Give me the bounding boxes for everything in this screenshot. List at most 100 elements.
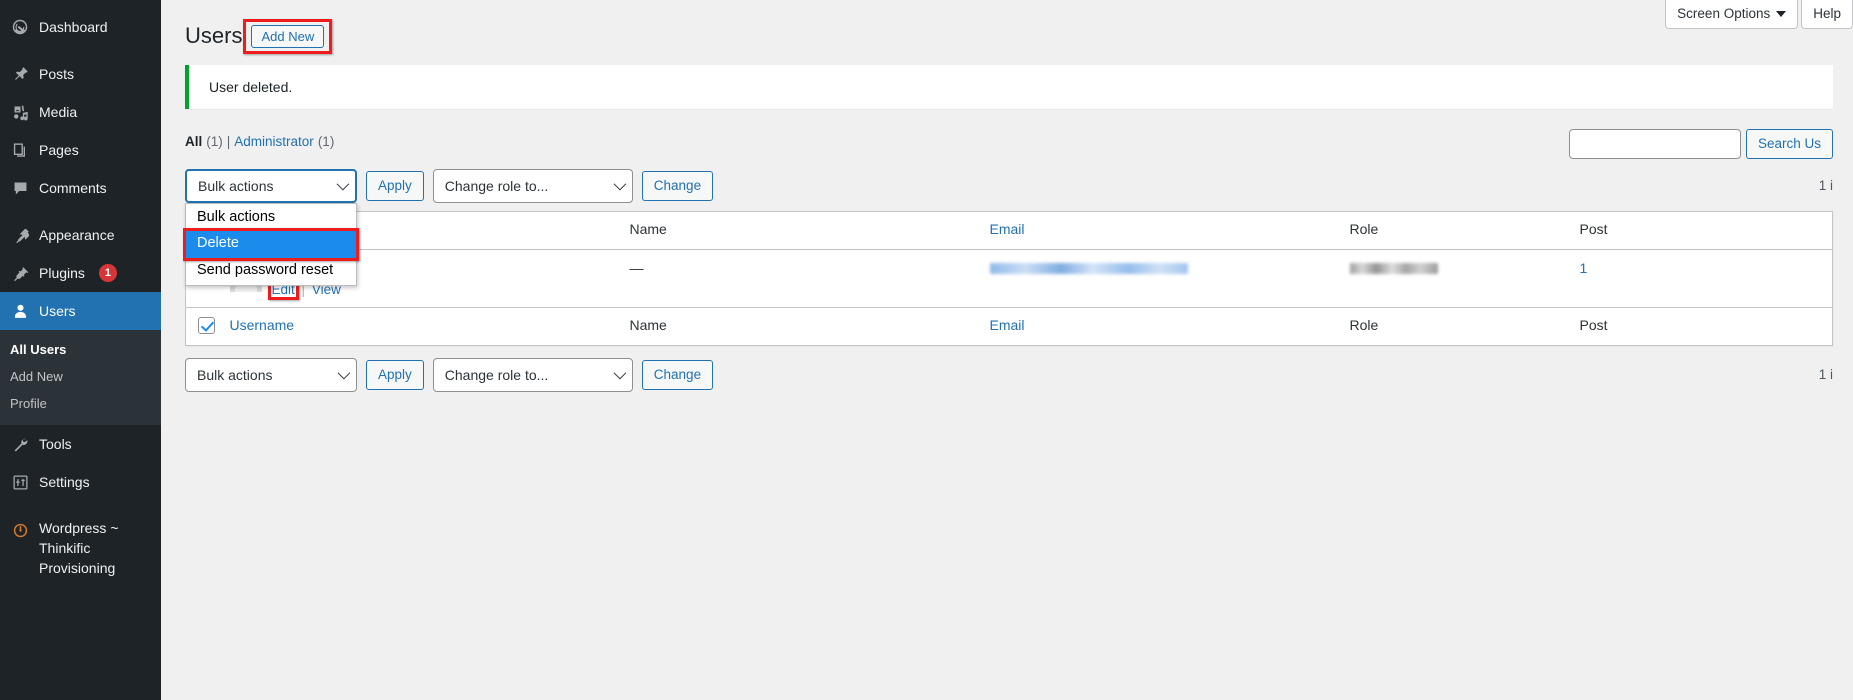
filter-count-administrator: (1): [317, 133, 335, 149]
sidebar-divider: [0, 46, 161, 55]
row-name-cell: —: [620, 249, 980, 307]
screen-options-label: Screen Options: [1677, 6, 1771, 21]
search-users-box: Search Us: [1568, 128, 1833, 159]
users-table: Username Name Email Role Post: [185, 210, 1833, 346]
change-role-selected-value: Change role to...: [444, 177, 549, 194]
plug-icon: [10, 263, 30, 283]
email-redacted: [989, 263, 1188, 275]
row-name-value: —: [629, 259, 644, 276]
chevron-down-icon: [1776, 10, 1787, 17]
sidebar-item-label: Tools: [39, 435, 72, 452]
sidebar-item-label: Plugins: [39, 264, 85, 281]
item-count-top: 1 i: [1818, 177, 1833, 193]
page-header: Users Add New: [185, 0, 1833, 55]
bulk-actions-select-top[interactable]: Bulk actions: [185, 168, 357, 203]
apply-button-top[interactable]: Apply: [366, 170, 424, 201]
table-header-row: Username Name Email Role Post: [185, 211, 1833, 250]
main-content: Screen Options Help Users Add New User d…: [161, 0, 1853, 700]
column-footer-username-label[interactable]: Username: [230, 317, 295, 333]
row-posts-cell: 1: [1570, 249, 1833, 307]
filter-count-all: (1): [206, 133, 223, 149]
chevron-down-icon: [613, 177, 627, 191]
filter-link-administrator[interactable]: Administrator: [234, 134, 314, 149]
select-all-header-bottom[interactable]: [186, 307, 220, 345]
tablenav-bottom: Bulk actions Apply Change role to... Cha…: [185, 357, 1833, 392]
page-wrap: Users Add New User deleted. All (1) | Admin…: [161, 0, 1853, 392]
bulk-option-send-password-reset[interactable]: Send password reset: [186, 258, 356, 285]
thinkific-icon: [10, 520, 30, 540]
chevron-down-icon: [613, 366, 627, 380]
column-header-email[interactable]: Email: [980, 211, 1340, 249]
comment-icon: [10, 178, 30, 198]
column-footer-email[interactable]: Email: [980, 307, 1340, 345]
column-header-name: Name: [629, 220, 667, 237]
column-footer-role: Role: [1349, 316, 1379, 333]
bulk-actions-group-bottom: Bulk actions Apply Change role to... Cha…: [185, 357, 714, 392]
row-role-cell: [1340, 249, 1570, 307]
status-filter-links: All (1) | Administrator (1): [185, 129, 334, 149]
notice-message: User deleted.: [209, 78, 293, 95]
sidebar-item-thinkific-provisioning[interactable]: Wordpress ~ Thinkific Provisioning: [0, 510, 161, 588]
search-users-button[interactable]: Search Us: [1745, 128, 1833, 159]
sidebar-item-settings[interactable]: Settings: [0, 463, 161, 501]
change-role-selected-value-bottom: Change role to...: [444, 366, 549, 383]
submenu-item-all-users[interactable]: All Users: [0, 336, 161, 363]
change-role-button-top[interactable]: Change: [641, 170, 714, 201]
sidebar-item-media[interactable]: Media: [0, 93, 161, 131]
change-role-button-bottom[interactable]: Change: [641, 359, 714, 390]
sidebar-item-comments[interactable]: Comments: [0, 169, 161, 207]
users-submenu: All Users Add New Profile: [0, 330, 161, 425]
sidebar-item-posts[interactable]: Posts: [0, 55, 161, 93]
wrench-icon: [10, 434, 30, 454]
select-all-checkbox-bottom[interactable]: [198, 317, 215, 335]
submenu-item-add-new[interactable]: Add New: [0, 363, 161, 390]
submenu-item-profile[interactable]: Profile: [0, 390, 161, 417]
bulk-actions-select-bottom[interactable]: Bulk actions: [185, 357, 357, 392]
sidebar-item-label: Pages: [39, 141, 79, 158]
sidebar-item-plugins[interactable]: Plugins 1: [0, 254, 161, 292]
success-notice: User deleted.: [185, 64, 1833, 109]
row-posts-count[interactable]: 1: [1580, 260, 1588, 276]
column-footer-username[interactable]: Username: [220, 307, 620, 345]
role-redacted: [1349, 263, 1438, 275]
item-count-bottom: 1 i: [1818, 366, 1833, 382]
bulk-option-delete[interactable]: Delete: [186, 231, 356, 259]
bulk-actions-selected-value-bottom: Bulk actions: [197, 366, 273, 383]
tablenav-top: Bulk actions Apply Change role to... Cha…: [183, 168, 1833, 286]
chevron-down-icon: [337, 366, 351, 380]
filter-link-all[interactable]: All: [185, 134, 202, 149]
sidebar-item-label: Users: [39, 302, 76, 319]
sidebar-item-pages[interactable]: Pages: [0, 131, 161, 169]
sidebar-item-tools[interactable]: Tools: [0, 425, 161, 463]
users-table-head: Username Name Email Role Post: [185, 211, 1833, 250]
table-footer-row: Username Name Email Role Post: [185, 307, 1833, 345]
sidebar-item-dashboard[interactable]: Dashboard: [0, 8, 161, 46]
add-new-button[interactable]: Add New: [251, 24, 325, 48]
column-header-role: Role: [1349, 220, 1379, 237]
dashboard-icon: [10, 17, 30, 37]
bulk-actions-dropdown-list[interactable]: Bulk actions Delete Send password reset: [183, 202, 359, 286]
column-footer-email-label[interactable]: Email: [990, 317, 1025, 333]
change-role-select-bottom[interactable]: Change role to...: [432, 357, 633, 392]
screen-meta-links: Screen Options Help: [1665, 0, 1853, 29]
search-input[interactable]: [1568, 128, 1741, 159]
bulk-option-bulk-actions[interactable]: Bulk actions: [186, 205, 356, 232]
users-table-body: Edit | View — 1: [186, 249, 1833, 307]
sidebar-item-label: Media: [39, 103, 78, 120]
column-footer-name: Name: [629, 316, 667, 333]
page-title: Users: [185, 23, 243, 48]
column-header-email-label[interactable]: Email: [990, 221, 1025, 237]
wp-admin-screen: Dashboard Posts Media Pages Comments App…: [0, 0, 1853, 700]
bulk-actions-group-top: Bulk actions Apply Change role to... Cha…: [183, 168, 714, 286]
sidebar-item-users[interactable]: Users: [0, 292, 161, 330]
media-icon: [10, 102, 30, 122]
help-button[interactable]: Help: [1801, 0, 1853, 29]
sidebar-item-label: Settings: [39, 473, 90, 490]
filters-and-search-row: All (1) | Administrator (1) Search Us: [185, 128, 1833, 163]
screen-options-button[interactable]: Screen Options: [1665, 0, 1799, 29]
paintbrush-icon: [10, 225, 30, 245]
change-role-select-top[interactable]: Change role to...: [432, 168, 633, 203]
sidebar-item-label: Wordpress ~ Thinkific Provisioning: [39, 520, 119, 576]
apply-button-bottom[interactable]: Apply: [366, 359, 424, 390]
sidebar-item-appearance[interactable]: Appearance: [0, 216, 161, 254]
